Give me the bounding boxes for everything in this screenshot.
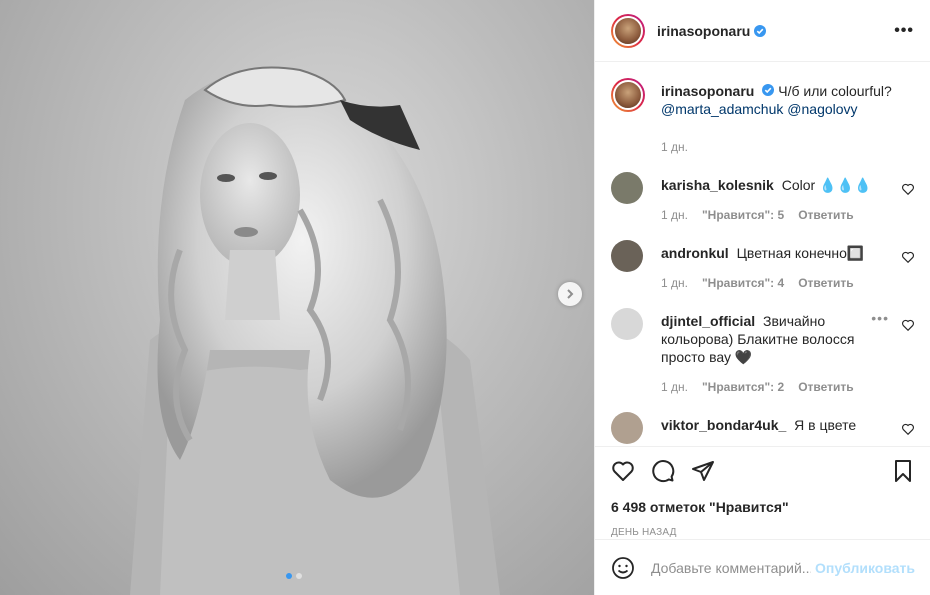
author-username[interactable]: irinasoponaru	[657, 23, 750, 39]
reply-button[interactable]: Ответить	[798, 206, 853, 224]
comment-likes[interactable]: "Нравится": 4	[702, 274, 784, 292]
carousel-dot	[296, 573, 302, 579]
comment-item: karisha_kolesnik Color 💧💧💧 1 дн. "Нравит…	[611, 172, 915, 224]
comment-time[interactable]: 1 дн.	[661, 206, 688, 224]
caption-username[interactable]: irinasoponaru	[661, 83, 754, 99]
commenter-avatar[interactable]	[611, 172, 643, 204]
portrait-image	[130, 66, 500, 595]
comment-likes[interactable]: "Нравится": 2	[702, 378, 784, 396]
post-caption: irinasoponaru Ч/б или colourful? @marta_…	[611, 78, 915, 118]
publish-button[interactable]: Опубликовать	[815, 560, 915, 576]
verified-icon	[754, 24, 767, 37]
likes-count[interactable]: 6 498 отметок "Нравится"	[611, 499, 915, 515]
caption-text: Ч/б или colourful?	[778, 83, 892, 99]
author-avatar[interactable]	[611, 13, 645, 48]
comment-icon[interactable]	[651, 459, 675, 483]
verified-icon	[762, 84, 775, 96]
post-photo[interactable]	[0, 0, 594, 595]
caption-timestamp[interactable]: 1 дн.	[661, 140, 915, 154]
carousel-indicator	[286, 573, 302, 579]
commenter-username[interactable]: viktor_bondar4uk_	[661, 417, 786, 433]
emoji-icon[interactable]	[611, 556, 635, 580]
bookmark-icon[interactable]	[891, 459, 915, 483]
comment-text: Цветная конечно🔲	[736, 245, 865, 261]
comment-item: andronkul Цветная конечно🔲 1 дн. "Нравит…	[611, 240, 915, 292]
comment-text: Color 💧💧💧	[781, 177, 872, 193]
commenter-avatar[interactable]	[611, 308, 643, 340]
more-options-icon[interactable]: •••	[894, 22, 914, 40]
mention-link[interactable]: @nagolovy	[787, 101, 857, 117]
commenter-avatar[interactable]	[611, 240, 643, 272]
caption-avatar[interactable]	[611, 78, 645, 112]
commenter-username[interactable]: andronkul	[661, 245, 729, 261]
commenter-username[interactable]: karisha_kolesnik	[661, 177, 774, 193]
heart-icon[interactable]	[901, 318, 915, 332]
post-header: irinasoponaru •••	[595, 0, 930, 62]
comment-time[interactable]: 1 дн.	[661, 274, 688, 292]
post-side-panel: irinasoponaru ••• irinasoponaru Ч/б или …	[594, 0, 930, 595]
reply-button[interactable]: Ответить	[798, 274, 853, 292]
commenter-username[interactable]: djintel_official	[661, 313, 755, 329]
carousel-next-button[interactable]	[558, 282, 582, 306]
add-comment-bar: Опубликовать	[595, 539, 930, 595]
chevron-right-icon	[567, 289, 574, 299]
reply-button[interactable]: Ответить	[798, 378, 853, 396]
comment-options-icon[interactable]: •••	[871, 310, 889, 326]
post-actions: 6 498 отметок "Нравится" День назад	[595, 446, 930, 538]
carousel-dot-active	[286, 573, 292, 579]
comment-item: djintel_official Звичайно кольорова) Бла…	[611, 308, 915, 396]
commenter-avatar[interactable]	[611, 412, 643, 444]
comment-text: Я в цвете	[794, 417, 857, 433]
heart-icon[interactable]	[901, 182, 915, 196]
comment-item: viktor_bondar4uk_ Я в цвете	[611, 412, 915, 444]
comment-input[interactable]	[651, 559, 812, 576]
heart-icon[interactable]	[901, 250, 915, 264]
share-icon[interactable]	[691, 459, 715, 483]
comment-likes[interactable]: "Нравится": 5	[702, 206, 784, 224]
comments-list[interactable]: irinasoponaru Ч/б или colourful? @marta_…	[595, 62, 930, 446]
post-date[interactable]: День назад	[611, 527, 915, 538]
comment-time[interactable]: 1 дн.	[661, 378, 688, 396]
heart-icon[interactable]	[611, 459, 635, 483]
heart-icon[interactable]	[901, 422, 915, 436]
mention-link[interactable]: @marta_adamchuk	[661, 101, 783, 117]
